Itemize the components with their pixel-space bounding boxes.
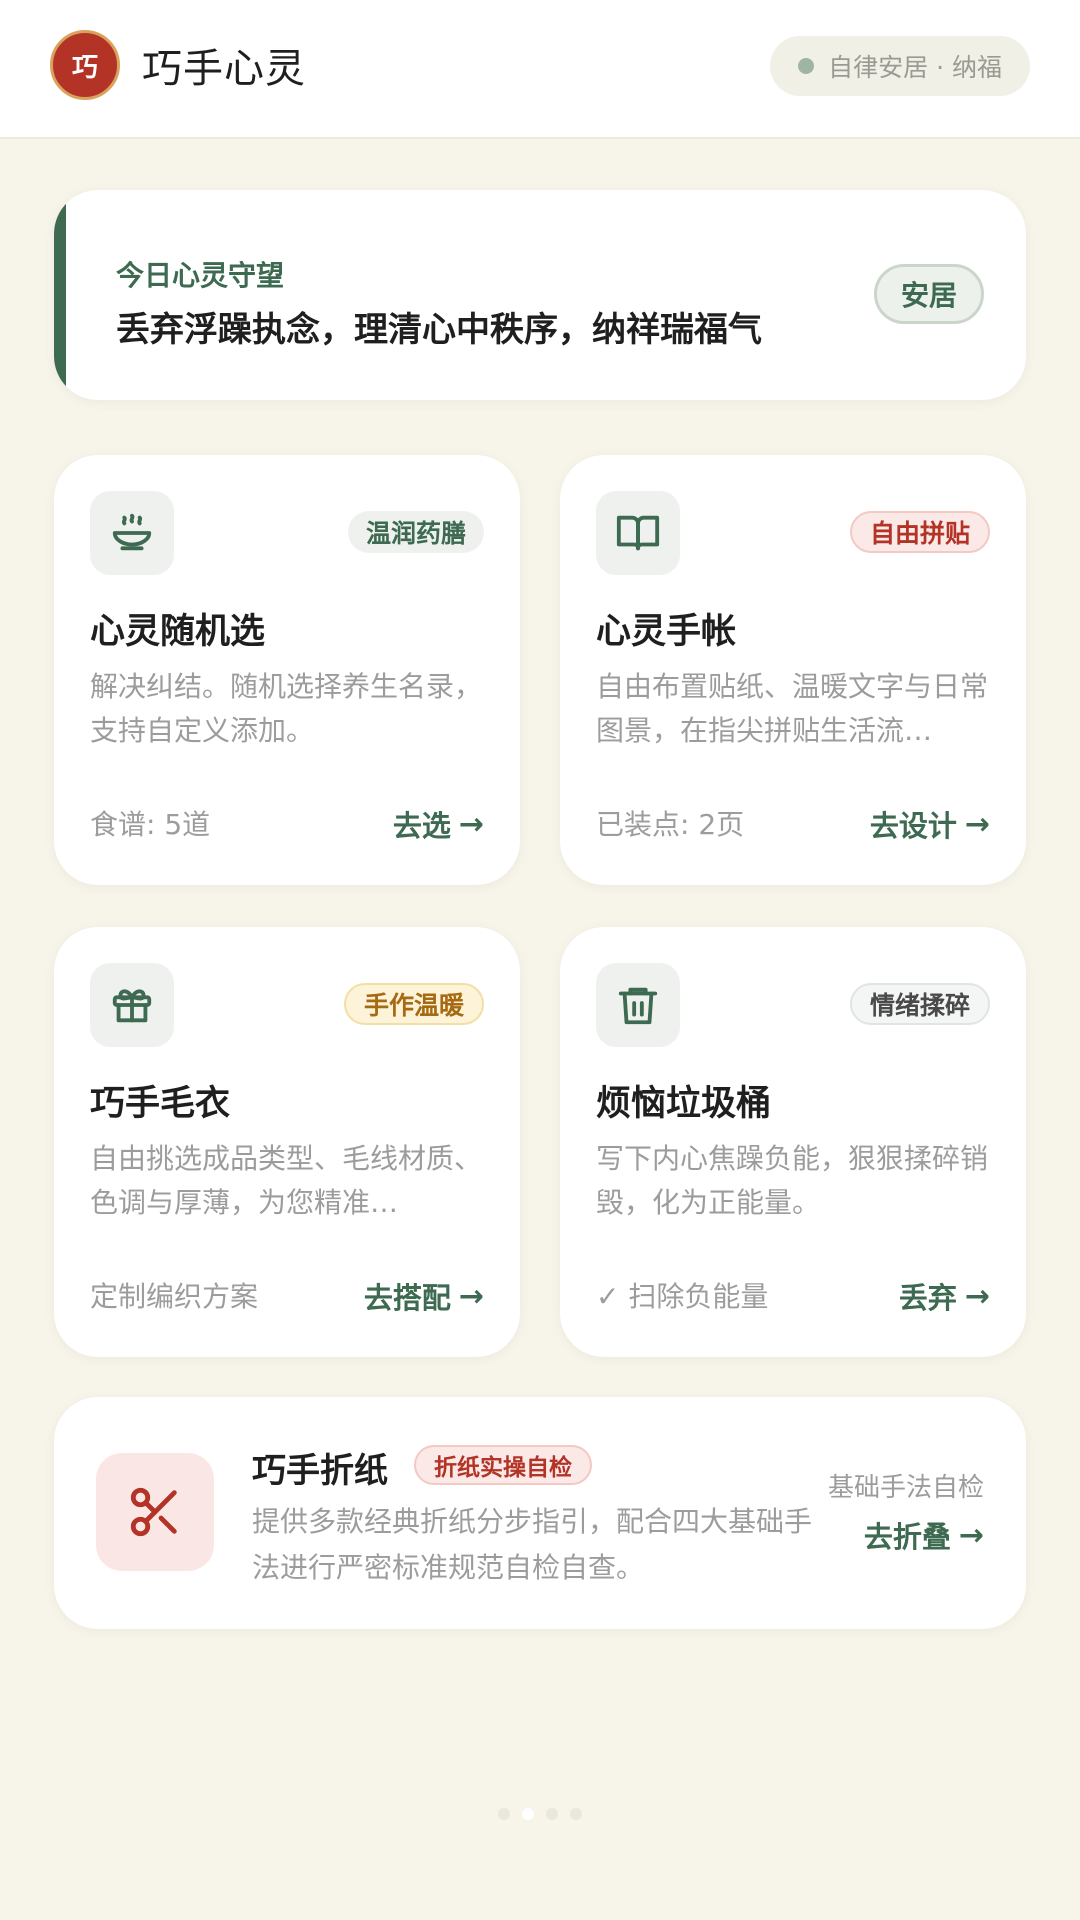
card-tag: 折纸实操自检 [414,1445,592,1485]
arrow-right-icon: → [958,1517,984,1553]
arrow-right-icon: → [458,806,484,842]
bowl-icon [90,491,174,575]
card-meta: 基础手法自检 [827,1473,984,1503]
arrow-right-icon: → [964,806,990,842]
card-tag: 自由拼贴 [849,511,990,553]
status-text: 自律安居 · 纳福 [828,53,1002,82]
card-tag: 手作温暖 [343,983,484,1025]
page-dot[interactable] [570,1808,582,1820]
arrow-right-icon: → [458,1278,484,1314]
page-dot[interactable] [546,1808,558,1820]
status-badge: 自律安居 · 纳福 [770,36,1030,96]
card-meta: 已装点: 2页 [596,808,745,841]
arrow-right-icon: → [964,1278,990,1314]
card-description: 写下内心焦躁负能，狠狠揉碎销毁，化为正能量。 [596,1142,989,1219]
card-meta: ✓ 扫除负能量 [596,1280,769,1313]
page-dot-active[interactable] [522,1808,534,1820]
action-label: 丢弃 [898,1281,957,1315]
go-select-button[interactable]: 去选 → [393,803,484,845]
card-description: 自由布置贴纸、温暖文字与日常图景，在指尖拼贴生活流… [596,670,989,747]
action-label: 去搭配 [363,1281,451,1315]
go-fold-button[interactable]: 去折叠 → [864,1514,984,1556]
card-description: 自由挑选成品类型、毛线材质、色调与厚薄，为您精准… [90,1142,483,1219]
status-dot [798,58,815,74]
app-title: 巧手心灵 [142,46,306,92]
guard-message: 丢弃浮躁执念，理清心中秩序，纳祥瑞福气 [116,310,762,350]
card-tag: 温润药膳 [347,511,484,553]
guard-accent-bar [54,190,66,400]
card-description: 解决纠结。随机选择养生名录，支持自定义添加。 [90,670,483,747]
go-design-button[interactable]: 去设计 → [870,803,990,845]
card-title: 巧手毛衣 [90,1084,231,1124]
card-trash[interactable]: 情绪揉碎 烦恼垃圾桶 写下内心焦躁负能，狠狠揉碎销毁，化为正能量。 ✓ 扫除负能… [560,927,1026,1357]
card-title: 心灵手帐 [596,612,737,652]
daily-guard-card: 今日心灵守望 丢弃浮躁执念，理清心中秩序，纳祥瑞福气 安居 [54,190,1026,400]
action-label: 去选 [392,809,451,843]
card-random-pick[interactable]: 温润药膳 心灵随机选 解决纠结。随机选择养生名录，支持自定义添加。 食谱: 5道… [54,455,520,885]
app-logo: 巧 [50,30,120,100]
trash-icon [596,963,680,1047]
book-icon [596,491,680,575]
card-sweater[interactable]: 手作温暖 巧手毛衣 自由挑选成品类型、毛线材质、色调与厚薄，为您精准… 定制编织… [54,927,520,1357]
app-header: 巧 巧手心灵 自律安居 · 纳福 [0,0,1080,139]
card-title: 巧手折纸 [252,1451,388,1491]
page-indicator [0,1808,1080,1820]
discard-button[interactable]: 丢弃 → [899,1275,990,1317]
card-title: 烦恼垃圾桶 [596,1084,772,1124]
card-origami[interactable]: 巧手折纸 折纸实操自检 提供多款经典折纸分步指引，配合四大基础手法进行严密标准规… [54,1397,1026,1629]
gift-icon [90,963,174,1047]
card-journal[interactable]: 自由拼贴 心灵手帐 自由布置贴纸、温暖文字与日常图景，在指尖拼贴生活流… 已装点… [560,455,1026,885]
page-dot[interactable] [498,1808,510,1820]
card-description: 提供多款经典折纸分步指引，配合四大基础手法进行严密标准规范自检自查。 [252,1505,813,1584]
card-meta: 定制编织方案 [90,1280,259,1313]
guard-label: 今日心灵守望 [116,259,285,292]
card-tag: 情绪揉碎 [849,983,990,1025]
card-title: 心灵随机选 [90,612,266,652]
go-match-button[interactable]: 去搭配 → [364,1275,484,1317]
guard-badge: 安居 [874,264,984,324]
action-label: 去折叠 [863,1520,951,1554]
card-meta: 食谱: 5道 [90,808,211,841]
action-label: 去设计 [869,809,957,843]
scissors-icon [96,1453,214,1571]
